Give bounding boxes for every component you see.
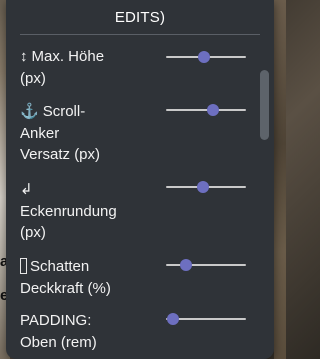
background-right-edge <box>274 0 286 359</box>
corner-radius-slider[interactable] <box>166 180 246 194</box>
corner-arrow-icon: ↲ <box>20 181 33 198</box>
padding-top-slider[interactable] <box>166 312 246 326</box>
max-height-label-line2: (px) <box>20 69 46 87</box>
slider-thumb[interactable] <box>167 313 180 325</box>
edits-panel: EDITS) ↕ Max. Höhe (px) ⚓ Scroll- Anker Ve… <box>6 0 274 359</box>
scroll-anchor-offset-label: ⚓ Scroll- Anker Versatz (px) <box>20 101 100 166</box>
anchor-icon: ⚓ <box>20 103 39 120</box>
title-divider <box>20 34 260 35</box>
scroll-anchor-label-line3: Versatz (px) <box>20 146 101 163</box>
slider-thumb[interactable] <box>179 259 192 271</box>
scroll-anchor-offset-slider[interactable] <box>166 103 246 117</box>
max-height-slider[interactable] <box>166 50 246 64</box>
padding-top-label-line2: Oben (rem) <box>20 333 97 351</box>
shadow-opacity-label: Schatten Deckkraft (%) <box>20 256 111 299</box>
corner-radius-label-line2: Eckenrundung <box>20 202 117 220</box>
padding-top-label: PADDING: Oben (rem) <box>20 310 97 353</box>
panel-title: EDITS) <box>114 9 166 26</box>
shadow-opacity-label-line1: Schatten <box>30 258 90 275</box>
scroll-anchor-label-line1: Scroll- <box>42 103 86 120</box>
slider-thumb[interactable] <box>206 104 219 116</box>
corner-radius-label: ↲ Eckenrundung (px) <box>20 179 117 244</box>
slider-thumb[interactable] <box>196 181 209 193</box>
scroll-anchor-label-line2: Anker <box>20 124 60 142</box>
corner-radius-label-line3: (px) <box>20 224 46 241</box>
padding-top-label-line1: PADDING: <box>20 312 92 329</box>
slider-track <box>166 264 246 266</box>
shadow-opacity-label-line2: Deckkraft (%) <box>20 279 111 297</box>
max-height-label-line1: Max. Höhe <box>31 48 105 65</box>
panel-scrollbar[interactable] <box>260 70 269 140</box>
rectangle-icon <box>20 258 27 274</box>
slider-thumb[interactable] <box>197 51 210 63</box>
max-height-label: ↕ Max. Höhe (px) <box>20 46 104 89</box>
shadow-opacity-slider[interactable] <box>166 258 246 272</box>
arrow-up-down-icon: ↕ <box>20 48 28 65</box>
